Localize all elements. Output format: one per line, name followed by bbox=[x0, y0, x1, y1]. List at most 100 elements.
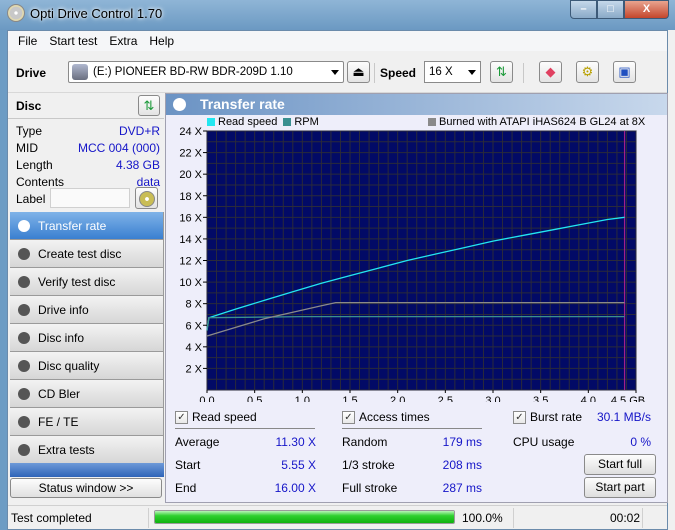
disc-type-label: Type bbox=[16, 124, 43, 138]
burst-rate-checkbox[interactable]: ✓ Burst rate bbox=[513, 410, 582, 424]
disc-test-icon bbox=[18, 332, 30, 344]
background-window-edge bbox=[668, 30, 675, 530]
random-label: Random bbox=[342, 435, 388, 449]
settings-icon: ⚙ bbox=[581, 64, 594, 79]
separator bbox=[513, 508, 514, 528]
end-label: End bbox=[175, 481, 197, 495]
progress-percent: 100.0% bbox=[462, 511, 503, 525]
disc-test-icon bbox=[18, 360, 30, 372]
disc-header: Disc ⇅ bbox=[8, 93, 164, 119]
separator bbox=[374, 63, 375, 83]
nav-label: Verify test disc bbox=[38, 275, 116, 289]
disc-test-icon bbox=[18, 416, 30, 428]
nav-label: CD Bler bbox=[38, 387, 81, 401]
refresh-icon: ⇅ bbox=[496, 64, 507, 79]
menu-extra[interactable]: Extra bbox=[103, 31, 143, 51]
y-tick-label: 22 X bbox=[179, 148, 202, 160]
nav-verify-test-disc[interactable]: Verify test disc bbox=[10, 268, 164, 296]
nav-disc-info[interactable]: Disc info bbox=[10, 324, 164, 352]
disc-mid-label: MID bbox=[16, 141, 38, 155]
toolbar: Drive (E:) PIONEER BD-RW BDR-209D 1.10 ⏏… bbox=[8, 53, 667, 93]
y-tick-label: 24 X bbox=[179, 126, 202, 138]
eject-button[interactable]: ⏏ bbox=[347, 61, 370, 83]
full-stroke-label: Full stroke bbox=[342, 481, 398, 495]
y-tick-label: 10 X bbox=[179, 277, 202, 289]
nav-label: Transfer rate bbox=[38, 219, 107, 233]
x-tick-label: 1.0 bbox=[295, 395, 310, 402]
save-button[interactable]: ▣ bbox=[613, 61, 636, 83]
maximize-button[interactable]: □ bbox=[597, 0, 624, 19]
minimize-button[interactable]: – bbox=[570, 0, 597, 19]
speed-value: 16 X bbox=[429, 66, 453, 78]
checkmark-icon: ✓ bbox=[342, 410, 355, 424]
refresh-speed-button[interactable]: ⇅ bbox=[490, 61, 513, 83]
nav-transfer-rate[interactable]: Transfer rate bbox=[10, 212, 164, 240]
disc-test-icon bbox=[18, 248, 30, 260]
average-value: 11.30 X bbox=[275, 435, 316, 449]
drive-icon bbox=[72, 64, 88, 80]
disc-test-icon bbox=[18, 276, 30, 288]
full-stroke-value: 287 ms bbox=[442, 481, 482, 495]
speed-select[interactable]: 16 X bbox=[424, 61, 481, 83]
menu-file[interactable]: File bbox=[12, 31, 43, 51]
separator bbox=[642, 508, 643, 528]
disc-type-value: DVD+R bbox=[118, 124, 160, 138]
settings-button[interactable]: ⚙ bbox=[576, 61, 599, 83]
x-tick-label: 0.5 bbox=[247, 395, 262, 402]
panel-header: Transfer rate bbox=[166, 94, 667, 115]
x-tick-label: 3.0 bbox=[485, 395, 500, 402]
end-value: 16.00 X bbox=[274, 481, 316, 495]
app-disc-icon bbox=[7, 4, 25, 22]
menu-start-test[interactable]: Start test bbox=[43, 31, 103, 51]
main-window: File Start test Extra Help Drive (E:) PI… bbox=[7, 30, 668, 530]
nav-footer bbox=[10, 463, 164, 477]
divider bbox=[342, 428, 482, 429]
start-label: Start bbox=[175, 458, 201, 472]
disc-type-row: Type DVD+R bbox=[16, 124, 160, 141]
y-tick-label: 4 X bbox=[185, 342, 202, 354]
start-part-button[interactable]: Start part bbox=[584, 477, 656, 498]
nav-extra-tests[interactable]: Extra tests bbox=[10, 436, 164, 464]
read-speed-label: Read speed bbox=[192, 410, 257, 424]
panel-title: Transfer rate bbox=[200, 96, 285, 112]
y-tick-label: 8 X bbox=[185, 299, 202, 311]
disc-contents-label: Contents bbox=[16, 175, 65, 189]
close-button[interactable]: X bbox=[624, 0, 669, 19]
drive-select[interactable]: (E:) PIONEER BD-RW BDR-209D 1.10 bbox=[68, 61, 344, 83]
save-icon: ▣ bbox=[618, 64, 631, 79]
disc-label-button[interactable] bbox=[135, 187, 158, 209]
disc-mid-value: MCC 004 (000) bbox=[77, 141, 160, 155]
disc-label-input[interactable] bbox=[50, 188, 130, 208]
access-times-checkbox[interactable]: ✓ Access times bbox=[342, 410, 430, 424]
y-tick-label: 20 X bbox=[179, 169, 202, 181]
disc-refresh-button[interactable]: ⇅ bbox=[138, 95, 160, 116]
nav-create-test-disc[interactable]: Create test disc bbox=[10, 240, 164, 268]
read-speed-checkbox[interactable]: ✓ Read speed bbox=[175, 410, 257, 424]
menu-help[interactable]: Help bbox=[143, 31, 180, 51]
disc-test-icon bbox=[173, 98, 186, 111]
nav-cd-bler[interactable]: CD Bler bbox=[10, 380, 164, 408]
third-stroke-label: 1/3 stroke bbox=[342, 458, 395, 472]
nav-label: Extra tests bbox=[38, 443, 95, 457]
nav-fe-te[interactable]: FE / TE bbox=[10, 408, 164, 436]
status-text: Test completed bbox=[11, 511, 92, 525]
average-label: Average bbox=[175, 435, 220, 449]
nav-label: Create test disc bbox=[38, 247, 122, 261]
y-tick-label: 14 X bbox=[179, 234, 202, 246]
erase-button[interactable]: ◆ bbox=[539, 61, 562, 83]
y-tick-label: 2 X bbox=[185, 363, 202, 375]
disc-test-icon bbox=[18, 220, 30, 232]
nav-label: FE / TE bbox=[38, 415, 79, 429]
stats-area: ✓ Read speed Average 11.30 X Start 5.55 X… bbox=[166, 404, 667, 502]
x-tick-label: 3.5 bbox=[533, 395, 548, 402]
test-nav: Transfer rate Create test disc Verify te… bbox=[10, 212, 164, 464]
divider bbox=[175, 428, 315, 429]
nav-disc-quality[interactable]: Disc quality bbox=[10, 352, 164, 380]
left-panel: Disc ⇅ Type DVD+R MID MCC 004 (000) Leng… bbox=[8, 93, 164, 503]
disc-title: Disc bbox=[16, 99, 42, 113]
nav-label: Drive info bbox=[38, 303, 89, 317]
start-full-button[interactable]: Start full bbox=[584, 454, 656, 475]
nav-drive-info[interactable]: Drive info bbox=[10, 296, 164, 324]
status-window-button[interactable]: Status window >> bbox=[10, 478, 162, 498]
status-bar: Test completed 100.0% 00:02 bbox=[8, 505, 667, 529]
